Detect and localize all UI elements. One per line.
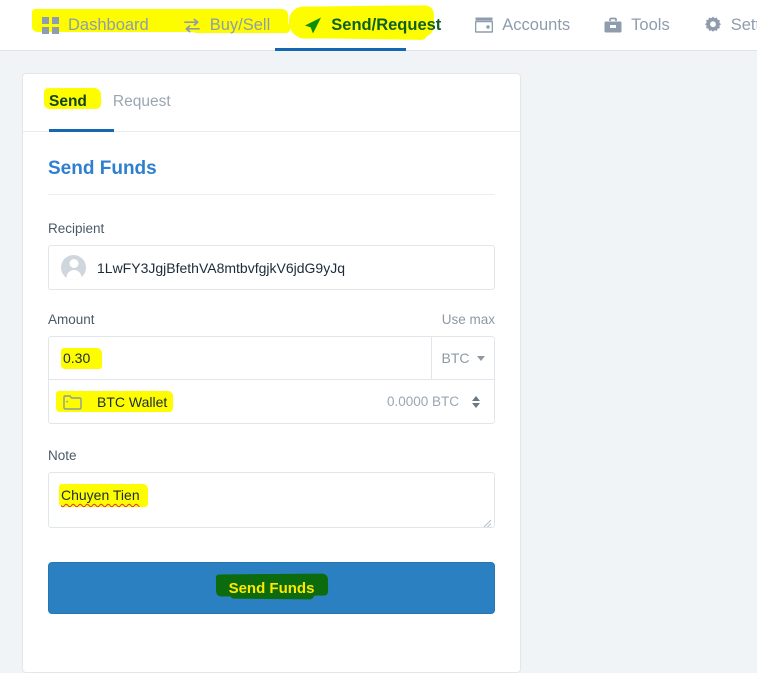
send-form: Send Funds Recipient 1LwFY3JgjBfethVA8mt… bbox=[23, 9, 520, 640]
amount-input[interactable]: 0.30 bbox=[49, 337, 431, 379]
chevron-down-icon bbox=[476, 355, 485, 361]
tab-send[interactable]: Send bbox=[43, 75, 102, 130]
recipient-input[interactable]: 1LwFY3JgjBfethVA8mtbvfgjkV6jdG9yJq bbox=[32, 9, 495, 290]
tab-request[interactable]: Request bbox=[113, 75, 171, 130]
page-title: Send Funds bbox=[48, 158, 157, 179]
chevron-up-icon bbox=[472, 395, 480, 401]
nav-label-accounts: Accounts bbox=[502, 15, 571, 34]
wallet-balance: 0.0000 BTC bbox=[386, 394, 459, 409]
nav-label-dashboard: Dashboard bbox=[68, 15, 149, 34]
nav-label-buy-sell: Buy/Sell bbox=[209, 15, 271, 34]
chevron-down-icon bbox=[472, 402, 480, 408]
title-divider bbox=[48, 194, 495, 195]
nav-item-tools[interactable]: Tools bbox=[587, 0, 687, 51]
amount-label: Amount bbox=[48, 312, 95, 327]
user-avatar-icon bbox=[61, 255, 86, 280]
wallet-name: BTC Wallet bbox=[97, 393, 168, 410]
nav-label-send-request: Send/Request bbox=[331, 15, 442, 34]
send-funds-button[interactable]: Send Funds bbox=[48, 562, 495, 614]
nav-active-indicator bbox=[275, 48, 406, 51]
nav-item-settings[interactable]: Settings bbox=[687, 0, 757, 51]
nav-item-buy-sell[interactable]: Buy/Sell bbox=[166, 0, 288, 51]
recipient-value: 1LwFY3JgjBfethVA8mtbvfgjkV6jdG9yJq bbox=[97, 259, 345, 276]
tab-send-label: Send bbox=[49, 93, 87, 110]
amount-row: 0.30 BTC bbox=[48, 336, 495, 380]
paper-plane-icon bbox=[304, 16, 322, 34]
currency-value: BTC bbox=[441, 350, 470, 366]
nav-item-dashboard[interactable]: Dashboard bbox=[24, 0, 166, 51]
resize-grip-icon[interactable] bbox=[482, 515, 492, 528]
note-value: Chuyen Tien bbox=[61, 487, 140, 503]
tab-request-label: Request bbox=[112, 93, 171, 110]
card-tab-bar: Send Request bbox=[23, 74, 520, 132]
tab-active-indicator bbox=[49, 129, 114, 132]
wallet-selector[interactable]: BTC Wallet 0.0000 BTC bbox=[48, 380, 495, 424]
currency-dropdown[interactable]: BTC bbox=[431, 337, 494, 379]
toolbox-icon bbox=[604, 16, 622, 34]
send-funds-card: Send Request Send Funds Recipient 1LwFY3… bbox=[22, 9, 521, 673]
nav-label-settings: Settings bbox=[730, 15, 757, 34]
note-textarea[interactable]: Chuyen Tien bbox=[48, 472, 495, 528]
recipient-label: Recipient bbox=[48, 221, 105, 236]
main-navbar: Dashboard Buy/Sell Send/Request Accounts… bbox=[0, 0, 757, 51]
up-down-arrows-icon[interactable] bbox=[472, 395, 480, 408]
amount-label-row: Amount Use max bbox=[48, 312, 495, 327]
wallet-icon bbox=[475, 16, 494, 34]
nav-item-send-request[interactable]: Send/Request bbox=[287, 0, 458, 51]
grid-icon bbox=[41, 16, 59, 34]
exchange-arrows-icon bbox=[183, 16, 201, 34]
nav-item-accounts[interactable]: Accounts bbox=[458, 0, 587, 51]
note-label: Note bbox=[48, 448, 77, 463]
send-funds-button-label: Send Funds bbox=[228, 579, 315, 597]
amount-value: 0.30 bbox=[63, 350, 91, 366]
nav-label-tools: Tools bbox=[631, 15, 670, 34]
use-max-link[interactable]: Use max bbox=[442, 312, 495, 327]
page-content: Send Request Send Funds Recipient 1LwFY3… bbox=[0, 9, 757, 673]
gear-icon bbox=[704, 16, 722, 34]
folder-wallet-icon bbox=[63, 394, 82, 410]
